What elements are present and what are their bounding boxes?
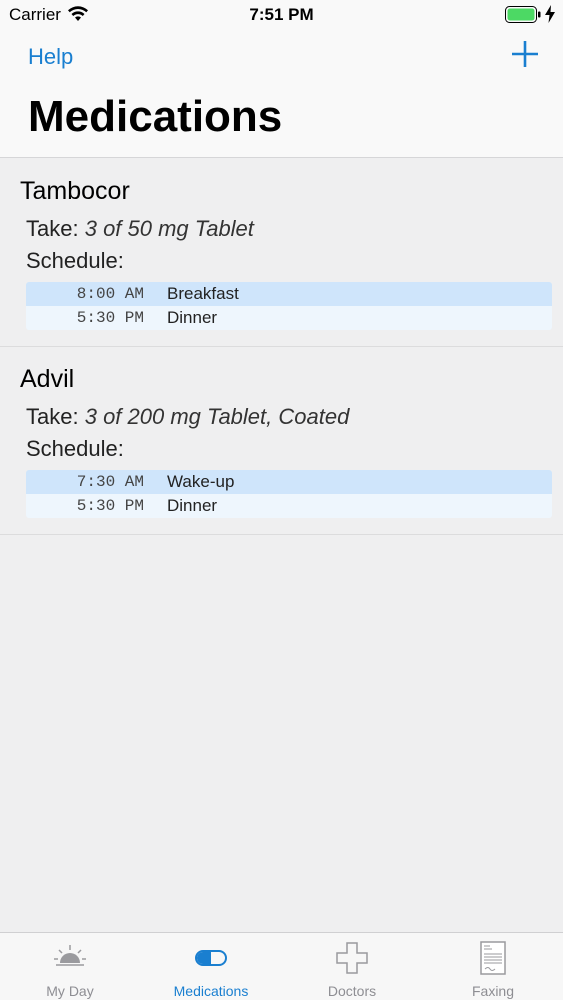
schedule-row[interactable]: 5:30 PM Dinner — [26, 494, 552, 518]
schedule-list: 7:30 AM Wake-up 5:30 PM Dinner — [26, 470, 552, 518]
dose-text: 3 of 200 mg Tablet, Coated — [84, 404, 350, 429]
schedule-list: 8:00 AM Breakfast 5:30 PM Dinner — [26, 282, 552, 330]
schedule-time: 8:00 AM — [76, 285, 144, 303]
medication-name: Tambocor — [20, 177, 130, 205]
tab-medications[interactable]: Medications — [141, 933, 281, 1000]
add-medication-button[interactable] — [511, 40, 539, 68]
page-title: Medications — [28, 92, 283, 141]
tab-my-day[interactable]: My Day — [0, 933, 140, 1000]
schedule-meal: Breakfast — [167, 284, 239, 303]
schedule-time: 5:30 PM — [76, 309, 144, 327]
battery-icon — [505, 6, 541, 23]
medication-list: Tambocor Take: 3 of 50 mg Tablet Schedul… — [0, 159, 563, 535]
tab-label: My Day — [46, 983, 94, 999]
status-bar: Carrier 7:51 PM — [0, 0, 563, 30]
navigation-bar: Help Medications — [0, 30, 563, 158]
medical-cross-icon — [336, 942, 368, 974]
tab-label: Doctors — [327, 983, 377, 999]
schedule-row[interactable]: 7:30 AM Wake-up — [26, 470, 552, 494]
medication-name: Advil — [20, 365, 75, 393]
schedule-meal: Dinner — [167, 496, 218, 515]
status-time: 7:51 PM — [249, 5, 314, 24]
tab-label: Faxing — [471, 983, 515, 999]
medication-card[interactable]: Tambocor Take: 3 of 50 mg Tablet Schedul… — [0, 159, 563, 347]
charging-bolt-icon — [545, 5, 555, 23]
take-label: Take: — [26, 404, 79, 429]
help-button[interactable]: Help — [28, 44, 73, 70]
tab-faxing[interactable]: Faxing — [423, 933, 563, 1000]
fax-document-icon — [480, 941, 506, 975]
take-label: Take: — [26, 216, 79, 241]
sunrise-icon — [54, 945, 86, 966]
schedule-row[interactable]: 5:30 PM Dinner — [26, 306, 552, 330]
schedule-time: 5:30 PM — [76, 497, 144, 515]
schedule-time: 7:30 AM — [76, 473, 144, 491]
medication-card[interactable]: Advil Take: 3 of 200 mg Tablet, Coated S… — [0, 347, 563, 535]
tab-bar: My Day Medications Doctors Faxing — [0, 932, 563, 1000]
schedule-meal: Wake-up — [167, 472, 235, 491]
dose-text: 3 of 50 mg Tablet — [84, 216, 254, 241]
medication-dose-line: Take: 3 of 50 mg Tablet — [26, 216, 541, 242]
schedule-label: Schedule: — [26, 248, 124, 273]
schedule-label: Schedule: — [26, 436, 124, 461]
medication-dose-line: Take: 3 of 200 mg Tablet, Coated — [26, 404, 541, 430]
tab-doctors[interactable]: Doctors — [282, 933, 422, 1000]
schedule-meal: Dinner — [167, 308, 218, 327]
pill-icon — [195, 950, 227, 966]
tab-label: Medications — [173, 983, 249, 999]
schedule-row[interactable]: 8:00 AM Breakfast — [26, 282, 552, 306]
